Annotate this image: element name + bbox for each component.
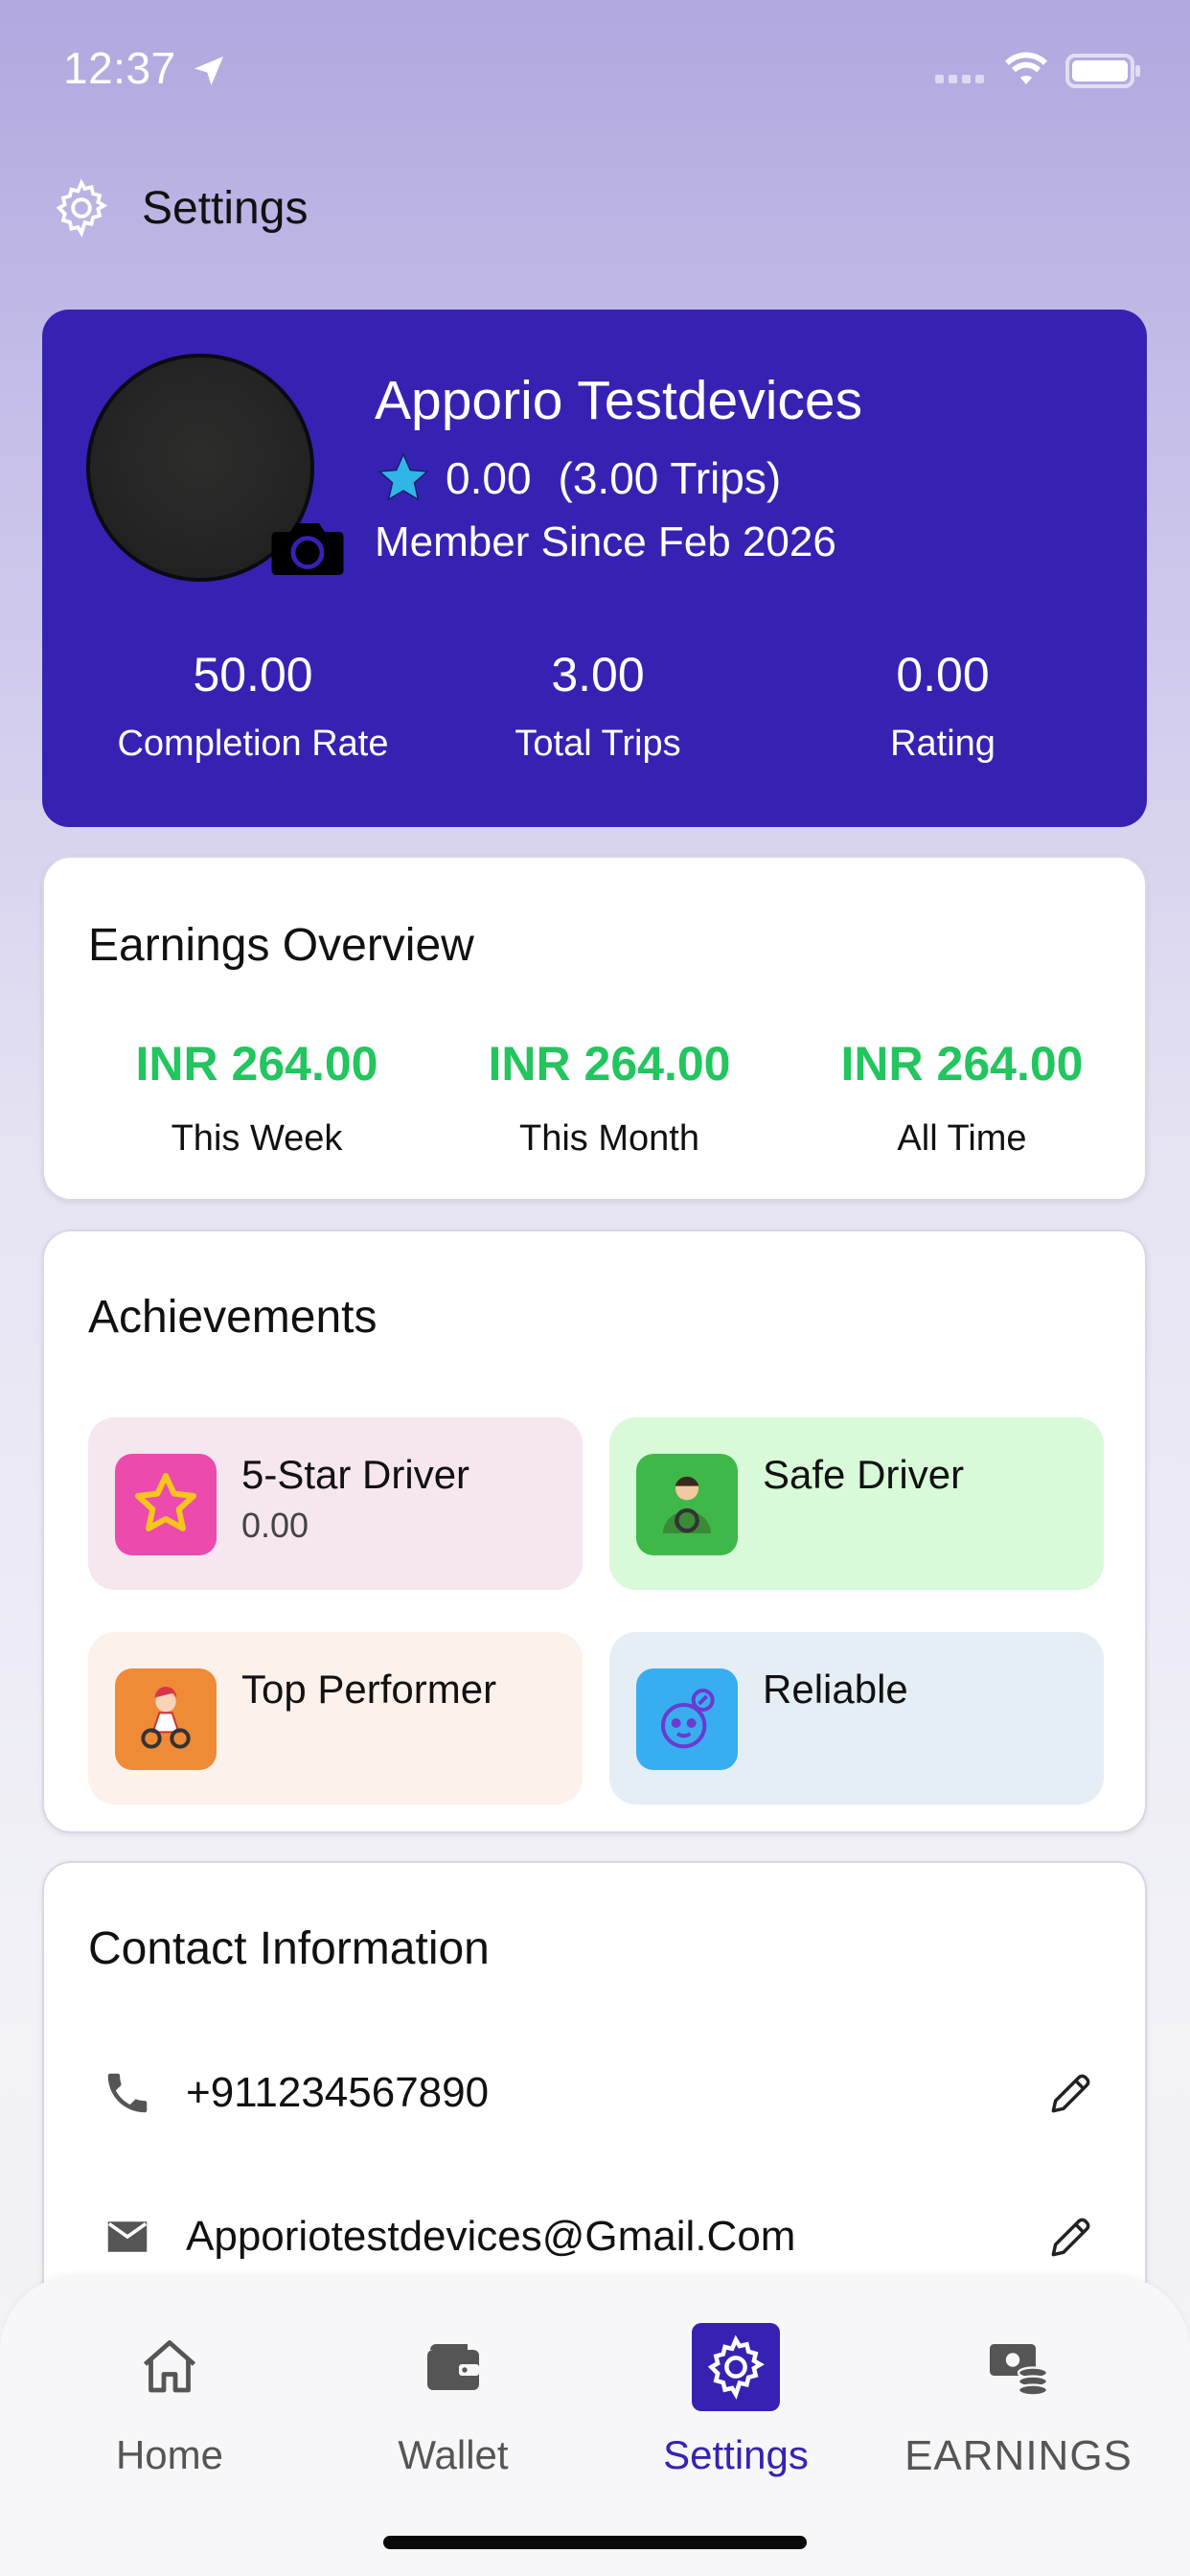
earnings-all-time: INR 264.00 All Time bbox=[786, 1036, 1138, 1160]
battery-icon bbox=[1065, 54, 1140, 88]
wifi-icon bbox=[1005, 52, 1047, 84]
phone-icon bbox=[107, 2073, 148, 2113]
achievement-five-star-driver[interactable]: 5-Star Driver 0.00 bbox=[88, 1417, 583, 1590]
gear-icon[interactable] bbox=[50, 176, 113, 240]
achievement-reliable[interactable]: Reliable bbox=[609, 1632, 1104, 1805]
card-title: Contact Information bbox=[88, 1923, 490, 1974]
location-arrow-icon bbox=[195, 57, 223, 85]
stat-label: Total Trips bbox=[515, 724, 681, 764]
reliable-icon bbox=[636, 1668, 738, 1770]
earnings-this-week: INR 264.00 This Week bbox=[80, 1036, 433, 1160]
earnings-overview-card: Earnings Overview INR 264.00 This Week I… bbox=[42, 856, 1147, 1201]
nav-item-earnings[interactable]: EARNINGS bbox=[875, 2323, 1162, 2480]
earnings-label: This Month bbox=[519, 1118, 699, 1159]
wallet-icon bbox=[409, 2323, 497, 2411]
achievement-subtitle: 0.00 bbox=[241, 1506, 309, 1545]
star-icon bbox=[115, 1454, 217, 1555]
stat-total-trips: 3.00 Total Trips bbox=[425, 647, 770, 765]
cellular-signal-icon bbox=[935, 75, 984, 83]
performer-icon bbox=[115, 1668, 217, 1770]
page-header: Settings bbox=[50, 176, 308, 240]
earnings-amount: INR 264.00 bbox=[840, 1037, 1084, 1091]
achievement-title: Safe Driver bbox=[763, 1452, 965, 1497]
driver-icon bbox=[636, 1454, 738, 1555]
profile-name: Apporio Testdevices bbox=[375, 370, 863, 431]
stat-value: 50.00 bbox=[193, 648, 313, 702]
card-title: Achievements bbox=[88, 1292, 378, 1343]
nav-item-home[interactable]: Home bbox=[26, 2323, 313, 2478]
nav-item-wallet[interactable]: Wallet bbox=[309, 2323, 597, 2478]
status-time: 12:37 bbox=[63, 43, 176, 93]
star-icon bbox=[378, 452, 429, 501]
achievement-title: Top Performer bbox=[241, 1667, 497, 1712]
contact-email-row: Apporiotestdevices@Gmail.Com bbox=[102, 2198, 1098, 2275]
rating-row: 0.00 (3.00 Trips) bbox=[375, 449, 781, 507]
earnings-label: All Time bbox=[897, 1118, 1027, 1159]
edit-phone-icon[interactable] bbox=[1044, 2066, 1098, 2120]
earnings-icon bbox=[974, 2323, 1063, 2411]
achievement-title: 5-Star Driver bbox=[241, 1452, 470, 1497]
nav-label: Home bbox=[115, 2432, 224, 2477]
stat-label: Completion Rate bbox=[117, 724, 389, 764]
home-icon bbox=[126, 2323, 214, 2411]
bottom-navigation: Home Wallet Settings EARNINGS bbox=[0, 2275, 1190, 2576]
earnings-this-month: INR 264.00 This Month bbox=[433, 1036, 786, 1160]
stat-value: 3.00 bbox=[551, 648, 645, 702]
achievements-card: Achievements 5-Star Driver 0.00 Safe Dri… bbox=[42, 1230, 1147, 1833]
page-title: Settings bbox=[142, 182, 309, 234]
contact-phone-row: +911234567890 bbox=[102, 2055, 1098, 2131]
email-address: Apporiotestdevices@Gmail.Com bbox=[186, 2213, 796, 2260]
earnings-amount: INR 264.00 bbox=[135, 1037, 378, 1091]
profile-card: Apporio Testdevices 0.00 (3.00 Trips) Me… bbox=[42, 310, 1147, 827]
member-since: Member Since Feb 2026 bbox=[375, 518, 836, 565]
nav-item-settings[interactable]: Settings bbox=[592, 2323, 880, 2478]
card-title: Earnings Overview bbox=[88, 920, 474, 971]
achievement-top-performer[interactable]: Top Performer bbox=[88, 1632, 583, 1805]
phone-number: +911234567890 bbox=[186, 2069, 490, 2116]
stat-completion-rate: 50.00 Completion Rate bbox=[80, 647, 425, 765]
earnings-row: INR 264.00 This Week INR 264.00 This Mon… bbox=[44, 1036, 1149, 1160]
stat-rating: 0.00 Rating bbox=[770, 647, 1115, 765]
nav-label: Settings bbox=[663, 2432, 809, 2477]
gear-icon bbox=[692, 2323, 780, 2411]
edit-email-icon[interactable] bbox=[1044, 2210, 1098, 2264]
home-indicator bbox=[383, 2536, 807, 2549]
stat-value: 0.00 bbox=[896, 648, 990, 702]
achievement-safe-driver[interactable]: Safe Driver bbox=[609, 1417, 1104, 1590]
earnings-label: This Week bbox=[171, 1118, 343, 1159]
nav-label: Wallet bbox=[398, 2432, 509, 2477]
nav-label: EARNINGS bbox=[904, 2432, 1133, 2479]
earnings-amount: INR 264.00 bbox=[488, 1037, 731, 1091]
stat-label: Rating bbox=[890, 724, 995, 764]
profile-stats: 50.00 Completion Rate 3.00 Total Trips 0… bbox=[42, 647, 1147, 765]
camera-icon[interactable] bbox=[270, 515, 345, 578]
trips-count: (3.00 Trips) bbox=[558, 453, 782, 503]
rating-value: 0.00 bbox=[446, 453, 532, 503]
achievement-title: Reliable bbox=[763, 1667, 908, 1712]
email-icon bbox=[107, 2221, 148, 2252]
status-bar: 12:37 bbox=[0, 0, 1190, 144]
